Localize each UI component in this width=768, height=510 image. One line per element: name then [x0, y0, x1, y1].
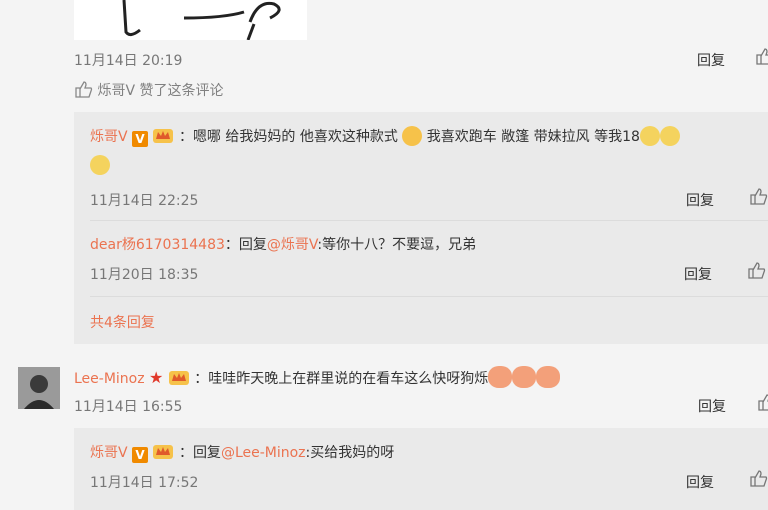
thumbs-up-icon	[758, 394, 768, 411]
reply-time: 11月14日 17:52	[90, 475, 199, 491]
reply-text-2: 我喜欢跑车 敞篷 带妹拉风 等我18	[426, 129, 640, 145]
verified-v-badge: V	[132, 447, 149, 463]
colon: ：	[194, 371, 209, 387]
thumbs-up-icon	[750, 470, 768, 487]
thumbs-up-icon	[75, 81, 93, 98]
reply-button[interactable]: 回复	[698, 396, 726, 416]
reply-item: 烁哥V V ：回复@Lee-Minoz:买给我妈的呀	[90, 442, 394, 463]
view-more-replies-link[interactable]: 共4条回复	[90, 312, 155, 332]
sketch-image	[122, 0, 281, 40]
crown-badge-icon	[153, 129, 174, 143]
colon: ：	[224, 237, 239, 253]
crying-emoji-icon	[639, 126, 660, 146]
liked-text: 赞了这条评论	[139, 83, 224, 99]
mention-link[interactable]: @烁哥V	[267, 237, 317, 253]
reply-time: 11月20日 18:35	[90, 267, 199, 283]
reply-author[interactable]: dear杨6170314483	[90, 237, 225, 253]
reply-author[interactable]: 烁哥V	[90, 445, 128, 461]
mention-link[interactable]: @Lee-Minoz	[221, 445, 306, 461]
reply-prefix: 回复	[192, 445, 221, 461]
like-button[interactable]	[756, 48, 768, 69]
crown-badge-icon	[168, 371, 189, 385]
reply-button[interactable]: 回复	[697, 50, 725, 70]
pig-emoji-icon	[512, 366, 537, 388]
thumbs-up-icon	[750, 188, 768, 205]
reply-thread-box	[74, 428, 768, 510]
reply-item: dear杨6170314483：回复@烁哥V:等你十八？不要逗，兄弟	[90, 234, 476, 254]
reply-item: 烁哥V V ：嗯哪 给我妈妈的 他喜欢这种款式 我喜欢跑车 敞篷 带妹拉风 等我…	[90, 126, 680, 147]
like-button[interactable]	[758, 394, 768, 415]
reply-prefix: 回复	[238, 237, 267, 253]
crown-badge-icon	[153, 445, 174, 459]
comment-author[interactable]: Lee-Minoz	[74, 371, 145, 387]
pig-emoji-icon	[488, 366, 513, 388]
crying-emoji-icon	[90, 155, 110, 175]
like-button[interactable]	[750, 188, 768, 209]
thumbs-up-icon	[748, 262, 766, 279]
reply-author[interactable]: 烁哥V	[90, 129, 128, 145]
reply-text: 嗯哪 给我妈妈的 他喜欢这种款式	[192, 129, 398, 145]
comment-text: 哇哇昨天晚上在群里说的在看车这么快呀狗烁	[208, 371, 489, 387]
reply-time: 11月14日 22:25	[90, 193, 199, 209]
reply-button[interactable]: 回复	[686, 190, 714, 210]
star-badge-icon: ★	[149, 368, 164, 387]
comment-time: 11月14日 20:19	[74, 53, 183, 69]
user-avatar-image	[18, 367, 60, 409]
crying-emoji-icon	[659, 126, 680, 146]
comment-image-thumbnail[interactable]	[74, 0, 307, 40]
like-button[interactable]	[750, 470, 768, 491]
reply-button[interactable]: 回复	[684, 264, 712, 284]
reply-text: :买给我妈的呀	[305, 445, 395, 461]
avatar[interactable]	[18, 367, 60, 409]
divider	[90, 296, 768, 297]
thumbs-up-icon	[756, 48, 768, 65]
divider	[90, 220, 768, 221]
cat-emoji-icon	[402, 126, 423, 146]
comment-time: 11月14日 16:55	[74, 399, 183, 415]
pig-emoji-icon	[536, 366, 561, 388]
reply-button[interactable]: 回复	[686, 472, 714, 492]
verified-v-badge: V	[132, 131, 149, 147]
reply-text: :等你十八？不要逗，兄弟	[317, 237, 477, 253]
liked-by-row: 烁哥V 赞了这条评论	[75, 80, 223, 100]
like-button[interactable]	[748, 262, 766, 283]
colon: ：	[178, 129, 193, 145]
comment-row: Lee-Minoz ★ ：哇哇昨天晚上在群里说的在看车这么快呀狗烁	[74, 366, 561, 388]
liked-by-user[interactable]: 烁哥V	[97, 83, 135, 99]
colon: ：	[178, 445, 193, 461]
